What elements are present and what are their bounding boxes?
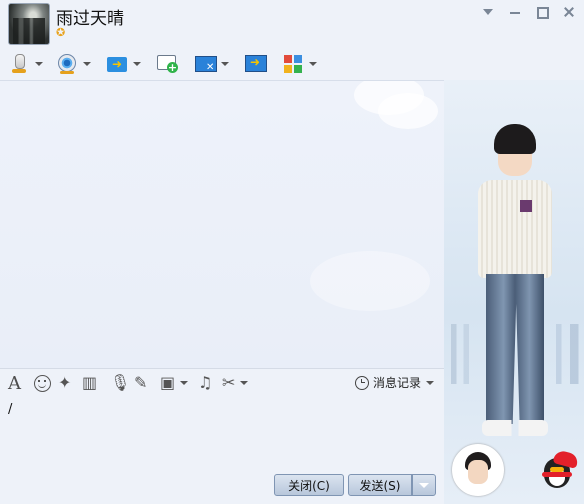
microphone-icon (8, 53, 30, 75)
close-button[interactable]: 关闭(C) (274, 474, 344, 496)
send-button[interactable]: 发送(S) (348, 474, 412, 496)
message-history-label: 消息记录 (372, 376, 421, 390)
chat-window: 雨过天晴 ✪ ➜ + ✕ ➜ A ✦ ▥ 🎙︎ ✎ ▣ ♫ ✂ 消息记录 / 关… (0, 0, 584, 504)
my-avatar[interactable] (452, 444, 504, 496)
music-icon: ♫ (198, 373, 213, 392)
emoji-icon (34, 374, 51, 392)
font-icon: A (8, 372, 21, 394)
contact-avatar[interactable] (8, 3, 50, 45)
remote-desktop-icon (194, 53, 217, 75)
chevron-down-icon (180, 381, 189, 385)
chat-toolbar (0, 48, 584, 80)
chevron-down-icon (83, 62, 91, 66)
handwrite-button[interactable]: ✎ (134, 373, 147, 393)
window-controls (481, 4, 576, 20)
chat-header: 雨过天晴 ✪ (0, 0, 584, 48)
remote-assist-button[interactable] (194, 52, 229, 76)
chevron-down-icon (133, 62, 141, 66)
chevron-down-icon (240, 381, 249, 385)
screenshot-icon: ✂ (222, 373, 236, 392)
video-clip-icon: ▥ (82, 373, 98, 392)
apps-grid-icon (282, 53, 304, 75)
apps-button[interactable] (282, 52, 317, 76)
handwrite-icon: ✎ (134, 373, 148, 392)
image-icon: ▣ (160, 373, 176, 392)
voice-call-button[interactable] (8, 52, 43, 76)
voice-message-icon: 🎙︎ (110, 373, 131, 392)
chevron-down-icon (35, 62, 43, 66)
clock-icon (354, 375, 369, 390)
cloud-decoration (310, 251, 430, 311)
send-file-button[interactable] (106, 52, 141, 76)
video-clip-button[interactable]: ▥ (82, 373, 97, 393)
avatar-show-panel (444, 80, 584, 504)
create-discussion-button[interactable] (156, 52, 178, 76)
qq-penguin-logo (538, 449, 580, 490)
chevron-down-icon (221, 62, 229, 66)
image-button[interactable]: ▣ (160, 373, 189, 393)
screenshot-button[interactable]: ✂ (222, 373, 249, 393)
font-button[interactable]: A (8, 372, 21, 394)
poke-button[interactable]: ✦ (58, 373, 71, 393)
input-toolbar: A ✦ ▥ 🎙︎ ✎ ▣ ♫ ✂ 消息记录 (0, 368, 444, 397)
music-button[interactable]: ♫ (198, 373, 212, 393)
cloud-decoration (378, 93, 438, 129)
screen-share-icon (244, 53, 267, 75)
share-screen-button[interactable] (244, 52, 267, 76)
video-call-button[interactable] (56, 52, 91, 76)
message-history-button[interactable]: 消息记录 (354, 374, 434, 391)
avatar-figure[interactable] (472, 124, 558, 464)
emoji-button[interactable] (34, 373, 51, 393)
webcam-icon (56, 53, 78, 75)
send-options-button[interactable] (412, 474, 436, 496)
voice-message-button[interactable]: 🎙︎ (110, 373, 130, 393)
dropdown-icon[interactable] (481, 5, 495, 19)
input-text: / (8, 402, 13, 417)
poke-icon: ✦ (58, 373, 72, 392)
chat-add-icon (156, 53, 178, 75)
star-icon[interactable]: ✪ (56, 27, 66, 38)
message-history-area[interactable] (0, 80, 444, 369)
chevron-down-icon (309, 62, 317, 66)
minimize-icon[interactable] (508, 5, 522, 19)
folder-transfer-icon (106, 53, 128, 75)
chevron-down-icon (426, 380, 434, 385)
message-input[interactable]: / (0, 396, 444, 470)
maximize-icon[interactable] (535, 5, 549, 19)
contact-name[interactable]: 雨过天晴 (56, 4, 124, 29)
close-icon[interactable] (562, 5, 576, 19)
